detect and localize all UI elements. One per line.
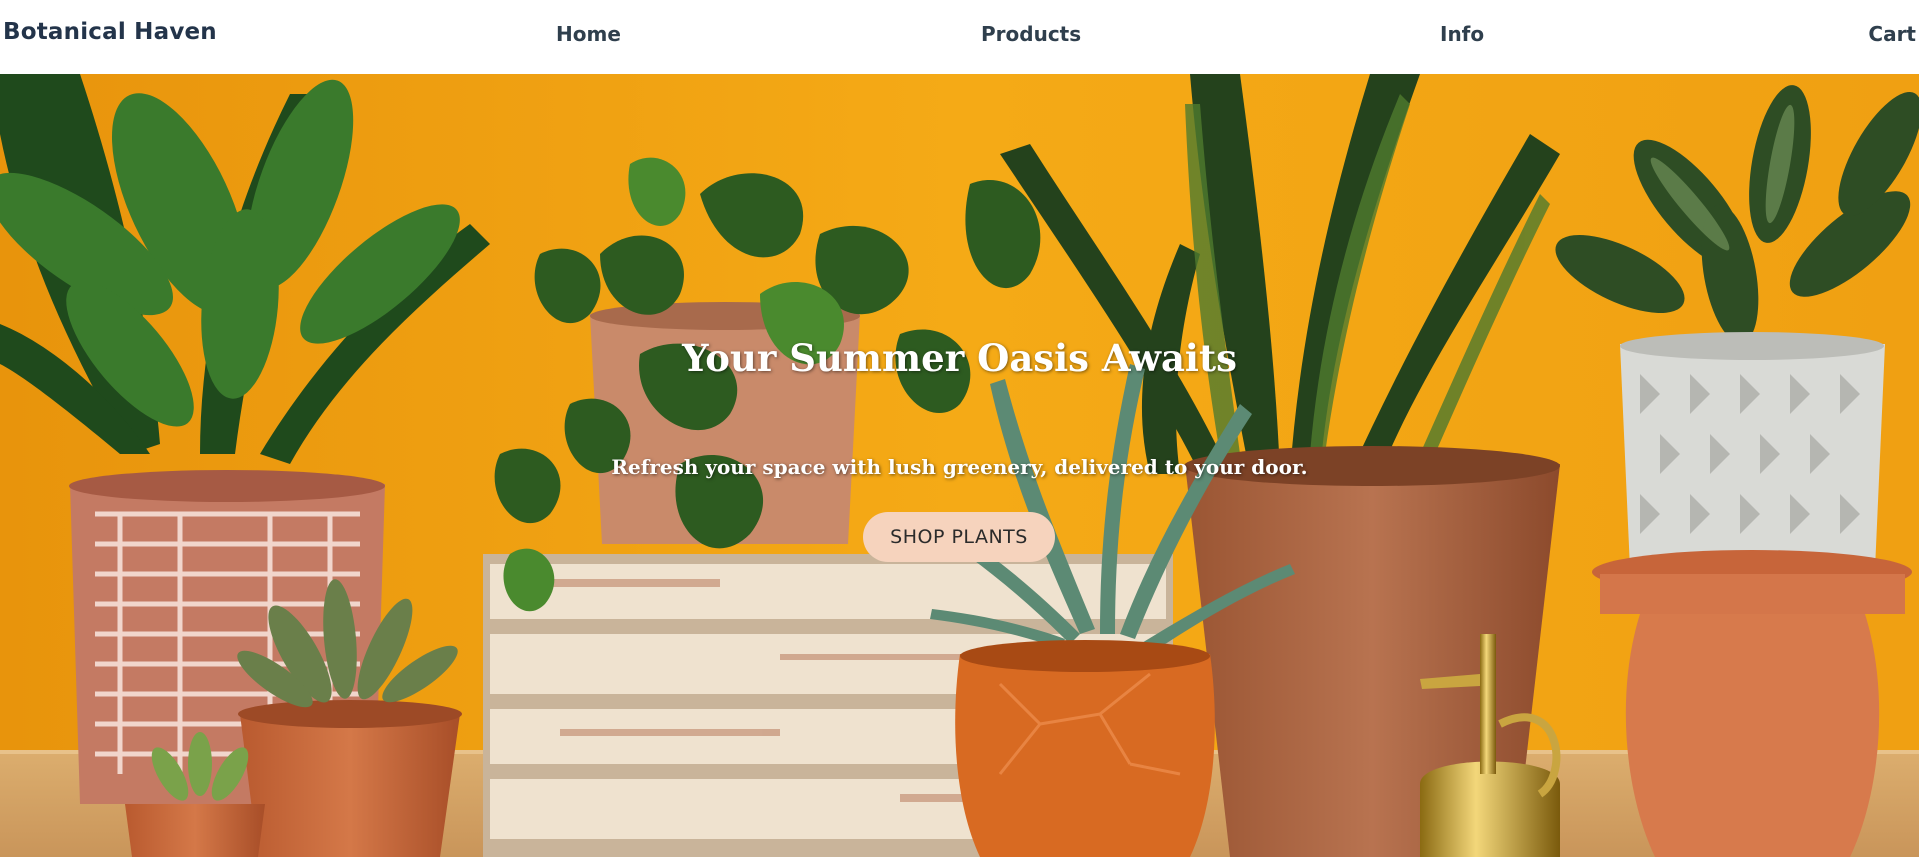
nav-link-info[interactable]: Info [1440,22,1484,46]
nav-link-home[interactable]: Home [556,22,621,46]
nav-link-cart[interactable]: Cart [1868,22,1916,46]
brand-logo-text[interactable]: Botanical Haven [3,19,217,45]
hero-title: Your Summer Oasis Awaits [682,336,1237,380]
nav-link-products[interactable]: Products [981,22,1081,46]
hero-subtitle: Refresh your space with lush greenery, d… [611,455,1308,479]
hero-banner: Your Summer Oasis Awaits Refresh your sp… [0,74,1919,857]
shop-plants-button[interactable]: SHOP PLANTS [863,512,1055,562]
top-navbar: Botanical Haven Home Products Info Cart [0,0,1919,74]
